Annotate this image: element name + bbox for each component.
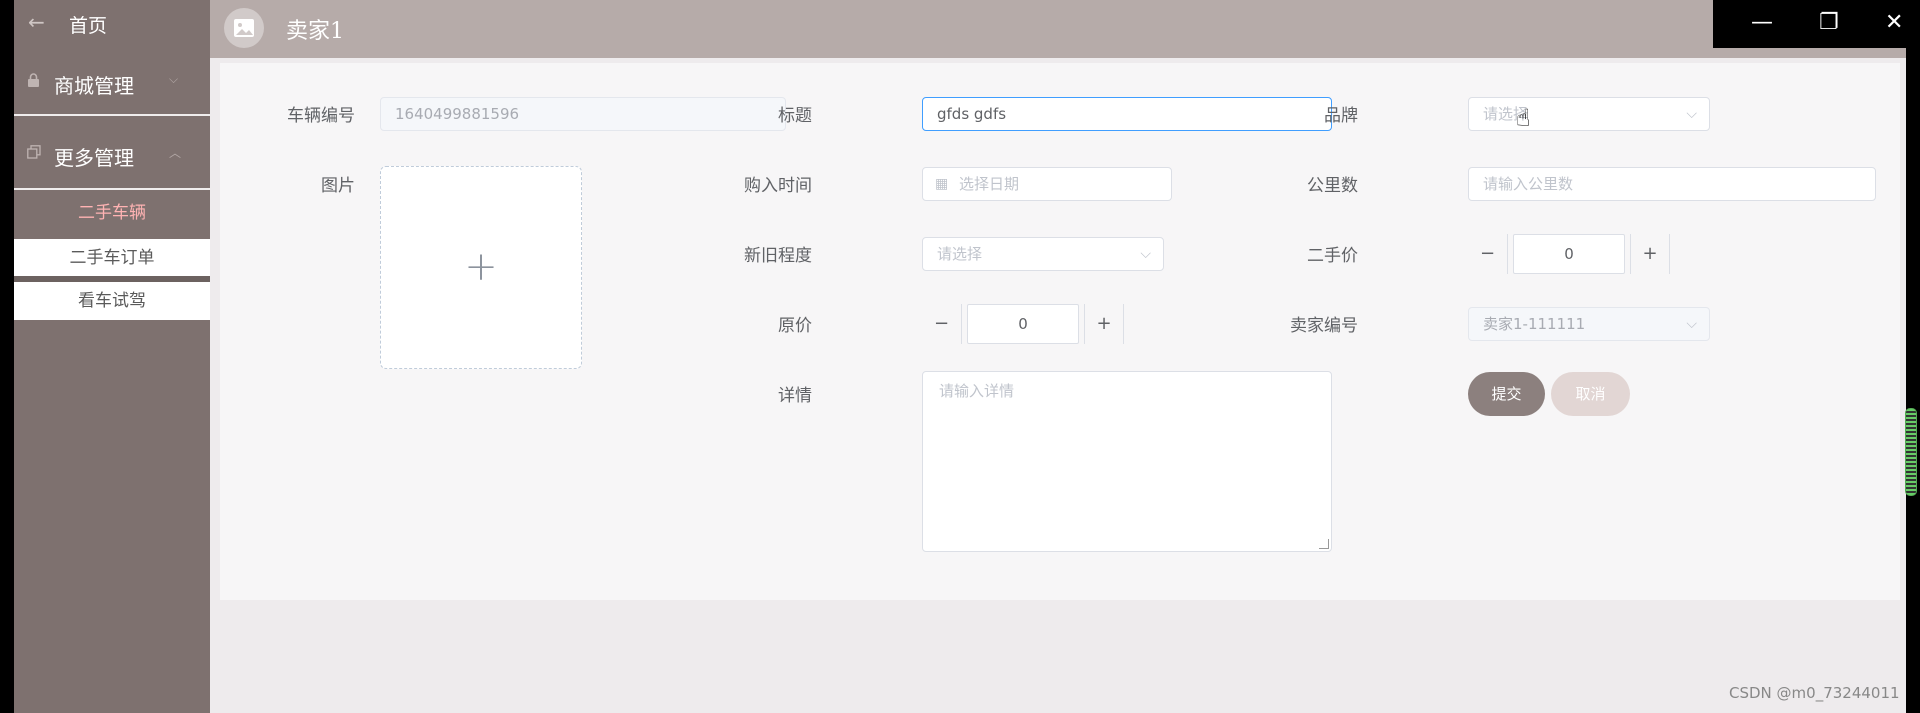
- decrease-button[interactable]: −: [922, 304, 962, 344]
- divider: [14, 188, 210, 190]
- sidebar-item-used-car-orders[interactable]: 二手车订单: [14, 239, 210, 277]
- purchase-time-label: 购入时间: [744, 176, 812, 196]
- purchase-time-picker[interactable]: ▦ 选择日期: [922, 167, 1172, 201]
- image-upload[interactable]: +: [380, 166, 582, 369]
- divider: [14, 114, 210, 116]
- sidebar-group-mall-label: 商城管理: [54, 74, 134, 98]
- restore-icon[interactable]: ❐: [1819, 8, 1839, 38]
- resize-handle[interactable]: [1319, 539, 1329, 549]
- header: 卖家1 — ❐ ✕: [210, 0, 1906, 58]
- hand-cursor-icon: ☝: [1516, 104, 1531, 132]
- sidebar-item-test-drive[interactable]: 看车试驾: [14, 282, 210, 320]
- seller-no-value: 卖家1-111111: [1483, 315, 1586, 333]
- chevron-down-icon: ⌵: [169, 72, 179, 86]
- brand-select[interactable]: 请选择 ⌵: [1468, 97, 1710, 131]
- image-icon: [234, 19, 254, 37]
- decrease-button[interactable]: −: [1468, 234, 1508, 274]
- sidebar-group-more-label: 更多管理: [54, 146, 134, 170]
- brand-label: 品牌: [1324, 106, 1358, 126]
- left-edge: [0, 0, 14, 713]
- scrollbar-handle[interactable]: [1905, 408, 1917, 496]
- page-title: 卖家1: [286, 19, 344, 44]
- details-label: 详情: [778, 386, 812, 406]
- condition-select[interactable]: 请选择 ⌵: [922, 237, 1164, 271]
- chevron-down-icon: ⌵: [1686, 316, 1697, 332]
- seller-no-label: 卖家编号: [1290, 316, 1358, 336]
- mileage-label: 公里数: [1307, 176, 1358, 196]
- title-label: 标题: [778, 106, 812, 126]
- mileage-field[interactable]: 请输入公里数: [1468, 167, 1876, 201]
- calendar-icon: ▦: [935, 176, 949, 192]
- main-content: 车辆编号 1640499881596 标题 gfds gdfs 品牌 请选择 ⌵…: [210, 58, 1906, 713]
- sidebar-group-mall[interactable]: 商城管理 ⌵: [14, 50, 210, 118]
- used-price-stepper: − 0 +: [1468, 234, 1673, 274]
- title-value: gfds gdfs: [937, 105, 1007, 123]
- image-label: 图片: [321, 176, 355, 196]
- condition-label: 新旧程度: [744, 246, 812, 266]
- used-price-value[interactable]: 0: [1513, 234, 1625, 274]
- condition-placeholder: 请选择: [937, 245, 983, 263]
- sidebar-group-more[interactable]: 更多管理 ︿: [14, 122, 210, 190]
- mileage-placeholder: 请输入公里数: [1483, 175, 1574, 193]
- submit-button[interactable]: 提交: [1468, 372, 1545, 416]
- chevron-up-icon: ︿: [169, 146, 182, 160]
- chevron-down-icon: ⌵: [1686, 106, 1697, 122]
- sidebar: ← 首页 商城管理 ⌵ 更多管理 ︿ 二手车辆 二手车订单 看车试驾: [14, 0, 210, 713]
- original-price-stepper: − 0 +: [922, 304, 1127, 344]
- details-placeholder: 请输入详情: [939, 382, 1015, 400]
- sidebar-item-used-cars[interactable]: 二手车辆: [14, 194, 210, 232]
- purchase-time-placeholder: 选择日期: [959, 175, 1020, 193]
- form-panel: 车辆编号 1640499881596 标题 gfds gdfs 品牌 请选择 ⌵…: [220, 63, 1900, 600]
- copy-icon: [27, 145, 41, 159]
- avatar[interactable]: [224, 8, 264, 48]
- minimize-icon[interactable]: —: [1751, 8, 1773, 38]
- lock-icon: [27, 73, 41, 87]
- increase-button[interactable]: +: [1084, 304, 1124, 344]
- chevron-down-icon: ⌵: [1140, 246, 1151, 262]
- sidebar-home[interactable]: ← 首页: [14, 0, 210, 48]
- watermark: CSDN @m0_73244011: [1729, 684, 1900, 702]
- used-price-label: 二手价: [1307, 246, 1358, 266]
- original-price-label: 原价: [778, 316, 812, 336]
- increase-button[interactable]: +: [1630, 234, 1670, 274]
- cancel-button[interactable]: 取消: [1551, 372, 1630, 416]
- original-price-value[interactable]: 0: [967, 304, 1079, 344]
- sidebar-home-label: 首页: [69, 15, 108, 37]
- right-edge: [1906, 0, 1920, 713]
- window-controls: — ❐ ✕: [1713, 0, 1906, 48]
- vehicle-no-label: 车辆编号: [287, 106, 355, 126]
- back-arrow-icon[interactable]: ←: [28, 10, 45, 34]
- close-icon[interactable]: ✕: [1885, 8, 1903, 38]
- plus-icon: +: [464, 244, 498, 290]
- seller-no-select: 卖家1-111111 ⌵: [1468, 307, 1710, 341]
- vehicle-no-value: 1640499881596: [395, 105, 520, 123]
- details-textarea[interactable]: 请输入详情: [922, 371, 1332, 552]
